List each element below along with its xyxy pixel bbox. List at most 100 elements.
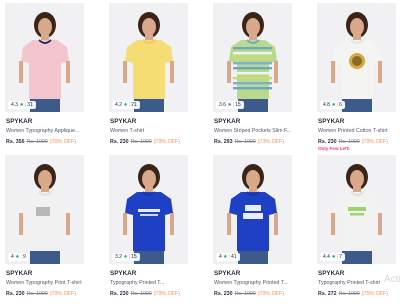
product-image[interactable]: 4 ★|41 [213, 155, 292, 264]
star-icon: ★ [329, 102, 336, 108]
rating-value: 3.2 [115, 254, 122, 260]
discount-label: (79% OFF) [361, 139, 388, 145]
rating-count: 9 [22, 254, 26, 260]
rating-value: 4.3 [11, 102, 18, 108]
star-icon: ★ [17, 102, 24, 108]
product-brand[interactable]: SPYKAR [214, 270, 240, 277]
mrp-price: Rs. 1099 [338, 139, 360, 145]
star-icon: ★ [221, 254, 228, 260]
rating-count: 21 [131, 102, 137, 108]
selling-price: Rs. 293 [214, 139, 233, 145]
mrp-price: Rs. 1099 [338, 291, 360, 297]
discount-label: (79% OFF) [153, 139, 180, 145]
product-price-row: Rs. 230 Rs. 1099 (79% OFF) [110, 291, 180, 297]
product-card[interactable]: 4.2 ★|21 SPYKAR Women T-shirt Rs. 230 Rs. 10… [109, 3, 188, 152]
rating-badge: 3.6 ★|15 [216, 101, 244, 109]
product-image[interactable]: 4 ★|9 [5, 155, 84, 264]
star-icon: ★ [329, 254, 336, 260]
mrp-price: Rs. 1099 [26, 291, 48, 297]
product-brand[interactable]: SPYKAR [318, 118, 344, 125]
rating-value: 4.8 [323, 102, 330, 108]
product-name[interactable]: Women Typography Print T-shirt [6, 280, 84, 286]
rating-divider: | [20, 254, 22, 260]
mrp-price: Rs. 1099 [234, 139, 256, 145]
product-card[interactable]: 3.2 ★|15 SPYKAR Typography Printed T... Rs.… [109, 155, 188, 304]
mrp-price: Rs. 1099 [26, 139, 48, 145]
rating-badge: 4.2 ★|21 [112, 101, 140, 109]
discount-label: (75% OFF) [361, 291, 388, 297]
product-card[interactable]: 4 ★|41 SPYKAR Women Typography Printed T..… [213, 155, 292, 304]
mrp-price: Rs. 1099 [130, 139, 152, 145]
rating-badge: 4 ★|9 [8, 253, 29, 261]
rating-divider: | [336, 102, 339, 108]
rating-count: 41 [230, 254, 237, 260]
rating-badge: 4 ★|41 [216, 253, 240, 261]
product-price-row: Rs. 230 Rs. 1099 (79% OFF) [6, 291, 76, 297]
discount-label: (73% OFF) [257, 139, 284, 145]
product-brand[interactable]: SPYKAR [214, 118, 240, 125]
product-card[interactable]: 4.8 ★|6 SPYKAR Women Printed Cotton T-shir… [317, 3, 396, 152]
discount-label: (70% OFF) [49, 139, 76, 145]
selling-price: Rs. 230 [6, 291, 25, 297]
product-name[interactable]: Women Printed Cotton T-shirt [318, 128, 396, 134]
rating-divider: | [232, 102, 235, 108]
selling-price: Rs. 230 [110, 291, 129, 297]
product-card[interactable]: 4.3 ★|31 SPYKAR Women Typography Applique.… [5, 3, 84, 152]
product-price-row: Rs. 230 Rs. 1099 (79% OFF) [318, 139, 388, 145]
rating-value: 4.4 [323, 254, 330, 260]
discount-label: (79% OFF) [153, 291, 180, 297]
activate-windows-watermark: Activ [384, 274, 400, 285]
product-brand[interactable]: SPYKAR [318, 270, 344, 277]
product-image[interactable]: 4.3 ★|31 [5, 3, 84, 112]
star-icon: ★ [121, 102, 128, 108]
mrp-price: Rs. 1099 [234, 291, 256, 297]
product-price-row: Rs. 230 Rs. 1099 (79% OFF) [110, 139, 180, 145]
rating-count: 15 [131, 254, 137, 260]
product-image[interactable]: 4.2 ★|21 [109, 3, 188, 112]
selling-price: Rs. 230 [110, 139, 129, 145]
product-card[interactable]: 4 ★|9 SPYKAR Women Typography Print T-shir… [5, 155, 84, 304]
rating-badge: 4.3 ★|31 [8, 101, 36, 109]
product-name[interactable]: Women Typography Printed T... [214, 280, 292, 286]
selling-price: Rs. 230 [318, 139, 337, 145]
rating-badge: 4.4 ★|7 [320, 253, 345, 261]
rating-value: 3.6 [219, 102, 226, 108]
discount-label: (79% OFF) [49, 291, 76, 297]
product-name[interactable]: Women Striped Pockets Slim F... [214, 128, 292, 134]
rating-count: 31 [27, 102, 33, 108]
rating-badge: 3.2 ★|15 [112, 253, 140, 261]
rating-count: 6 [339, 102, 342, 108]
rating-count: 15 [235, 102, 241, 108]
rating-divider: | [24, 102, 27, 108]
rating-divider: | [336, 254, 339, 260]
product-price-row: Rs. 230 Rs. 1099 (79% OFF) [214, 291, 284, 297]
product-name[interactable]: Typography Printed T... [110, 280, 188, 286]
rating-divider: | [228, 254, 230, 260]
rating-divider: | [128, 102, 131, 108]
product-price-row: Rs. 356 Rs. 1099 (70% OFF) [6, 139, 76, 145]
product-brand[interactable]: SPYKAR [110, 270, 136, 277]
discount-label: (79% OFF) [257, 291, 284, 297]
selling-price: Rs. 356 [6, 139, 25, 145]
product-name[interactable]: Women Typography Applique... [6, 128, 84, 134]
product-brand[interactable]: SPYKAR [6, 118, 32, 125]
product-image[interactable]: 4.4 ★|7 [317, 155, 396, 264]
rating-divider: | [128, 254, 131, 260]
product-image[interactable]: 3.2 ★|15 [109, 155, 188, 264]
selling-price: Rs. 272 [318, 291, 337, 297]
star-icon: ★ [13, 254, 20, 260]
product-brand[interactable]: SPYKAR [110, 118, 136, 125]
product-image[interactable]: 4.8 ★|6 [317, 3, 396, 112]
stock-alert: Only Few Left! [318, 146, 350, 151]
mrp-price: Rs. 1099 [130, 291, 152, 297]
star-icon: ★ [225, 102, 232, 108]
product-price-row: Rs. 272 Rs. 1099 (75% OFF) [318, 291, 388, 297]
product-brand[interactable]: SPYKAR [6, 270, 32, 277]
star-icon: ★ [121, 254, 128, 260]
product-name[interactable]: Women T-shirt [110, 128, 188, 134]
product-image[interactable]: 3.6 ★|15 [213, 3, 292, 112]
selling-price: Rs. 230 [214, 291, 233, 297]
rating-badge: 4.8 ★|6 [320, 101, 345, 109]
rating-count: 7 [339, 254, 342, 260]
product-card[interactable]: 3.6 ★|15 SPYKAR Women Striped Pockets Slim… [213, 3, 292, 152]
